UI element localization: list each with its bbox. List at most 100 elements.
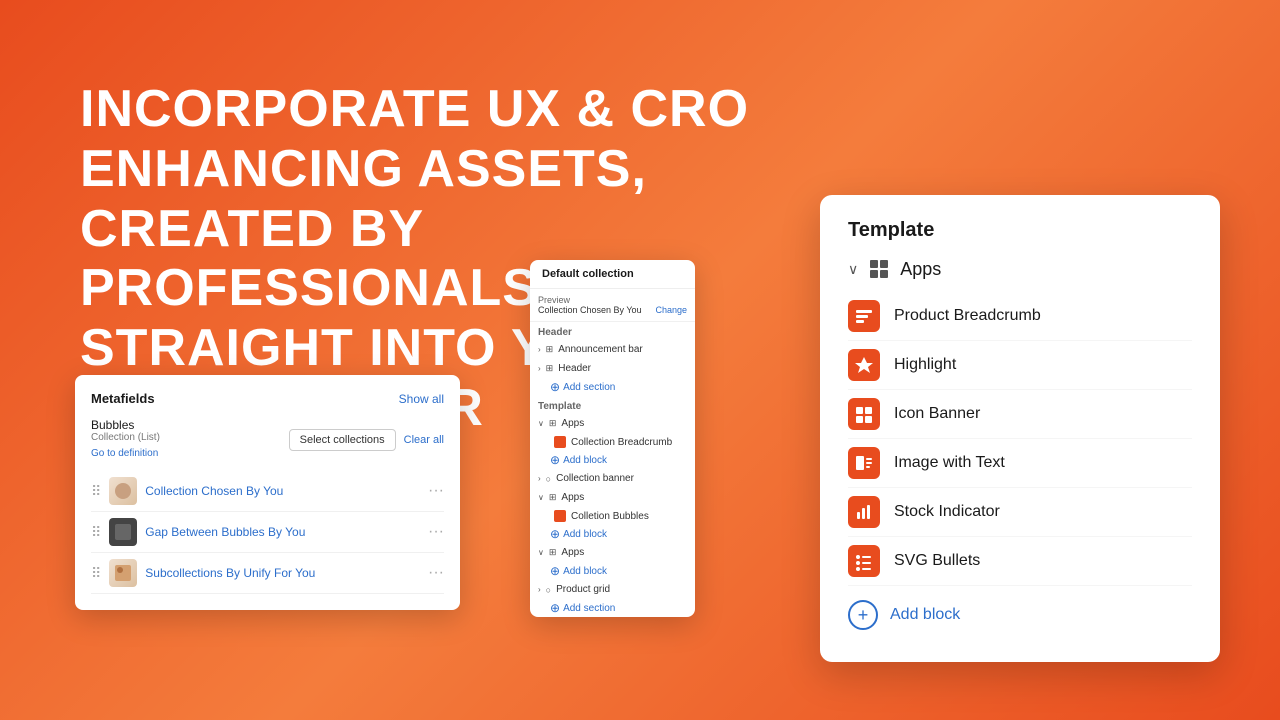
header-label: Header (558, 363, 591, 374)
circle-icon-2: ○ (546, 585, 551, 595)
theme-editor-panel: Default collection Preview Collection Ch… (530, 260, 695, 617)
plus-circle-icon-4: ⊕ (550, 601, 560, 615)
collection-name[interactable]: Collection Chosen By You (145, 484, 420, 498)
collection-name[interactable]: Subcollections By Unify For You (145, 566, 420, 580)
item-menu-icon[interactable]: ··· (428, 523, 444, 541)
te-preview-value: Collection Chosen By You Change (538, 305, 687, 315)
collection-thumb (109, 477, 137, 505)
template-panel-title: Template (848, 219, 1192, 242)
chevron-down-icon-3: ∨ (538, 548, 544, 557)
chevron-right-icon: › (538, 474, 541, 483)
app-item-image-with-text[interactable]: Image with Text (848, 439, 1192, 488)
apps-chevron-icon: ∨ (848, 261, 858, 278)
metafields-panel: Metafields Show all Bubbles Collection (… (75, 375, 460, 610)
te-apps-row2[interactable]: ∨ ⊞ Apps (530, 488, 695, 507)
app-name-product-breadcrumb: Product Breadcrumb (894, 307, 1041, 325)
collection-thumb (109, 559, 137, 587)
collection-item: ⠿ Gap Between Bubbles By You ··· (91, 512, 444, 553)
apps-label-3: Apps (561, 547, 584, 558)
apps-label-2: Apps (561, 492, 584, 503)
add-section-label: Add section (563, 382, 615, 393)
chevron-down-icon: ∨ (538, 493, 544, 502)
app-name-icon-banner: Icon Banner (894, 405, 980, 423)
app-icon-highlight (848, 349, 880, 381)
announcement-bar-icon: ⊞ (546, 344, 554, 355)
app-name-image-with-text: Image with Text (894, 454, 1005, 472)
app-icon-stock-indicator (848, 496, 880, 528)
preview-change-link[interactable]: Change (655, 305, 687, 315)
item-menu-icon[interactable]: ··· (428, 482, 444, 500)
app-item-svg-bullets[interactable]: SVG Bullets (848, 537, 1192, 586)
product-grid-label: Product grid (556, 584, 610, 595)
plus-circle-icon-2: ⊕ (550, 527, 560, 541)
metafields-field-row: Bubbles Collection (List) Go to definiti… (91, 418, 444, 461)
preview-collection-name: Collection Chosen By You (538, 305, 642, 315)
te-collection-bubbles[interactable]: Colletion Bubbles (530, 507, 695, 525)
field-def-link[interactable]: Go to definition (91, 448, 158, 459)
te-add-section-btn-2[interactable]: ⊕ Add section (530, 599, 695, 617)
drag-handle[interactable]: ⠿ (91, 483, 101, 500)
app-name-stock-indicator: Stock Indicator (894, 503, 1000, 521)
app-item-highlight[interactable]: Highlight (848, 341, 1192, 390)
drag-handle[interactable]: ⠿ (91, 524, 101, 541)
te-collection-banner[interactable]: › ○ Collection banner (530, 469, 695, 488)
add-block-label-1: Add block (563, 455, 607, 466)
circle-icon: ○ (546, 474, 551, 484)
app-item-icon-banner[interactable]: Icon Banner (848, 390, 1192, 439)
te-product-grid[interactable]: › ○ Product grid (530, 580, 695, 599)
apps-grid-icon-3: ⊞ (549, 547, 557, 558)
apps-main-label: Apps (900, 259, 941, 280)
te-add-section-btn[interactable]: ⊕ Add section (530, 378, 695, 396)
te-template-section: Template (530, 396, 695, 414)
chevron-down-icon: ∨ (538, 419, 544, 428)
app-icon-icon-banner (848, 398, 880, 430)
apps-header: ∨ Apps (848, 258, 1192, 280)
collection-thumb (109, 518, 137, 546)
show-all-link[interactable]: Show all (399, 392, 444, 406)
clear-all-link[interactable]: Clear all (404, 434, 444, 446)
metafields-title: Metafields (91, 391, 155, 406)
te-add-block-btn-1[interactable]: ⊕ Add block (530, 451, 695, 469)
add-block-label: Add block (890, 606, 960, 624)
app-name-highlight: Highlight (894, 356, 956, 374)
drag-handle[interactable]: ⠿ (91, 565, 101, 582)
collection-bubbles-label: Colletion Bubbles (571, 511, 649, 522)
apps-section: ∨ Apps Product Breadcrumb Highlight Icon… (848, 258, 1192, 630)
metafields-field-info: Bubbles Collection (List) Go to definiti… (91, 418, 160, 461)
collection-breadcrumb-label: Collection Breadcrumb (571, 437, 672, 448)
field-label: Bubbles (91, 418, 160, 432)
chevron-right-icon: › (538, 345, 541, 354)
app-item-product-breadcrumb[interactable]: Product Breadcrumb (848, 292, 1192, 341)
item-menu-icon[interactable]: ··· (428, 564, 444, 582)
apps-label-1: Apps (561, 418, 584, 429)
te-title-bar: Default collection (530, 260, 695, 289)
te-header-section: Header (530, 322, 695, 340)
add-block-circle-icon: + (848, 600, 878, 630)
add-block-label-2: Add block (563, 529, 607, 540)
plus-circle-icon-3: ⊕ (550, 564, 560, 578)
block-icon-red (554, 436, 566, 448)
collection-name[interactable]: Gap Between Bubbles By You (145, 525, 420, 539)
te-collection-breadcrumb[interactable]: Collection Breadcrumb (530, 433, 695, 451)
add-block-row[interactable]: + Add block (848, 590, 1192, 630)
te-apps-row1[interactable]: ∨ ⊞ Apps (530, 414, 695, 433)
add-section-label-2: Add section (563, 603, 615, 614)
te-add-block-btn-2[interactable]: ⊕ Add block (530, 525, 695, 543)
app-item-stock-indicator[interactable]: Stock Indicator (848, 488, 1192, 537)
te-preview-label: Preview (538, 295, 687, 305)
add-block-label-3: Add block (563, 566, 607, 577)
te-announcement-bar[interactable]: › ⊞ Announcement bar (530, 340, 695, 359)
app-icon-svg-bullets (848, 545, 880, 577)
te-header-row[interactable]: › ⊞ Header (530, 359, 695, 378)
te-apps-row3[interactable]: ∨ ⊞ Apps (530, 543, 695, 562)
metafields-header: Metafields Show all (91, 391, 444, 406)
collection-list: ⠿ Collection Chosen By You ··· ⠿ Gap Bet… (91, 471, 444, 594)
chevron-right-icon-pg: › (538, 585, 541, 594)
field-sublabel: Collection (List) (91, 432, 160, 443)
app-icon-product-breadcrumb (848, 300, 880, 332)
template-panel: Template ∨ Apps Product Breadcrumb Highl… (820, 195, 1220, 662)
select-collections-button[interactable]: Select collections (289, 429, 396, 451)
app-name-svg-bullets: SVG Bullets (894, 552, 980, 570)
te-add-block-btn-3[interactable]: ⊕ Add block (530, 562, 695, 580)
apps-grid-icon: ⊞ (549, 418, 557, 429)
